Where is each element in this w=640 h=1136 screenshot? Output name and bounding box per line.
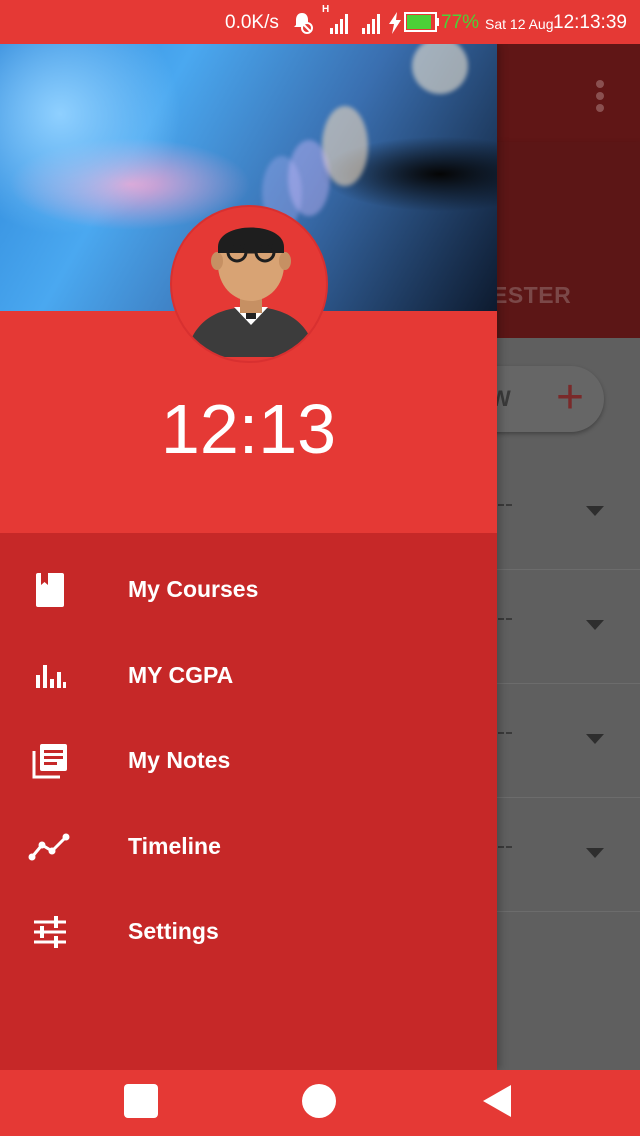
back-button[interactable] bbox=[466, 1070, 528, 1136]
network-speed: 0.0K/s bbox=[225, 12, 279, 33]
navigation-bar bbox=[0, 1070, 640, 1136]
header-clock: 12:13 bbox=[160, 390, 337, 468]
drawer-menu: My Courses MY CGPA My Notes Timeline Set… bbox=[0, 548, 497, 976]
charging-icon bbox=[388, 12, 402, 39]
navigation-drawer: 12:13 My Courses MY CGPA My Notes Timeli… bbox=[0, 44, 497, 1070]
semester-tab[interactable]: ESTER bbox=[492, 282, 571, 309]
list-item[interactable] bbox=[480, 684, 640, 798]
square-icon bbox=[123, 1083, 159, 1124]
list-item[interactable] bbox=[480, 456, 640, 570]
back-triangle-icon bbox=[481, 1083, 513, 1124]
list-item[interactable] bbox=[480, 798, 640, 912]
recent-apps-button[interactable] bbox=[110, 1070, 172, 1136]
menu-item-settings[interactable]: Settings bbox=[0, 890, 497, 976]
status-time: 12:13:39 bbox=[553, 12, 627, 33]
network-type: H bbox=[322, 4, 330, 15]
menu-item-label: Timeline bbox=[128, 832, 221, 859]
list-item[interactable] bbox=[480, 570, 640, 684]
menu-item-label: Settings bbox=[128, 918, 219, 944]
menu-item-label: My Notes bbox=[128, 747, 231, 773]
menu-item-my-courses[interactable]: My Courses bbox=[0, 548, 497, 634]
status-date: Sat 12 Aug bbox=[485, 16, 554, 32]
sliders-icon bbox=[32, 914, 68, 950]
battery-percent: 77% bbox=[441, 12, 480, 33]
battery-icon bbox=[404, 12, 440, 37]
menu-item-timeline[interactable]: Timeline bbox=[0, 805, 497, 891]
home-button[interactable] bbox=[288, 1070, 350, 1136]
menu-item-label: My Courses bbox=[128, 576, 259, 602]
signal-icon bbox=[330, 12, 348, 39]
dropdown-icon[interactable] bbox=[586, 734, 604, 744]
alarm-icon bbox=[290, 10, 314, 39]
circle-icon bbox=[301, 1083, 337, 1124]
signal-icon bbox=[362, 12, 380, 39]
menu-item-my-cgpa[interactable]: MY CGPA bbox=[0, 634, 497, 720]
book-icon bbox=[32, 572, 68, 608]
dropdown-icon[interactable] bbox=[586, 620, 604, 630]
status-bar: 0.0K/s H 77% Sat 12 Aug 12:13:39 bbox=[0, 0, 640, 44]
notes-icon bbox=[32, 743, 68, 779]
menu-item-my-notes[interactable]: My Notes bbox=[0, 719, 497, 805]
menu-item-label: MY CGPA bbox=[128, 661, 234, 688]
avatar[interactable] bbox=[170, 205, 328, 363]
bar-chart-icon bbox=[32, 658, 68, 694]
plus-icon: + bbox=[556, 371, 585, 424]
dropdown-icon[interactable] bbox=[586, 848, 604, 858]
timeline-icon bbox=[28, 829, 72, 865]
dropdown-icon[interactable] bbox=[586, 506, 604, 516]
more-options-icon[interactable] bbox=[596, 80, 604, 116]
